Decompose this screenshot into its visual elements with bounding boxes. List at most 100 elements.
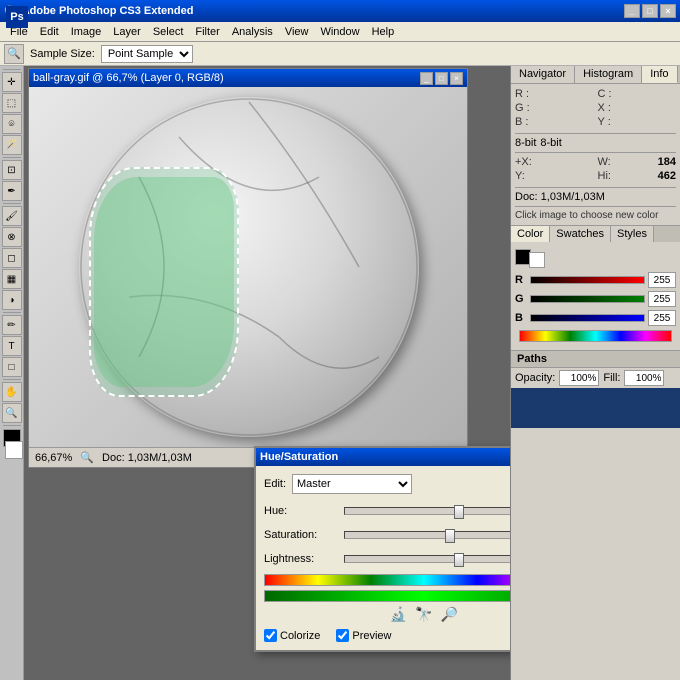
- magic-wand-tool[interactable]: 🪄: [2, 135, 22, 155]
- gradient-tool[interactable]: ▦: [2, 269, 22, 289]
- hue-hue-thumb[interactable]: [454, 505, 464, 519]
- info-h-label: Hi:: [598, 170, 611, 182]
- hue-eyedropper-icon[interactable]: 🔬: [390, 606, 407, 623]
- menu-filter[interactable]: Filter: [189, 24, 225, 40]
- hue-preview-item: Preview: [336, 629, 391, 642]
- paths-content-area[interactable]: [511, 388, 680, 428]
- stamp-tool[interactable]: ⊗: [2, 227, 22, 247]
- hand-tool[interactable]: ✋: [2, 382, 22, 402]
- canvas-background: [29, 87, 467, 447]
- hue-saturation-label: Saturation:: [264, 529, 344, 541]
- hue-saturation-thumb[interactable]: [445, 529, 455, 543]
- eyedropper-tool-icon[interactable]: 🔍: [4, 44, 24, 64]
- menu-window[interactable]: Window: [314, 24, 365, 40]
- menu-help[interactable]: Help: [366, 24, 401, 40]
- hue-icons-row: 🔬 🔭 🔎: [264, 606, 510, 623]
- doc-close[interactable]: ×: [450, 72, 463, 85]
- eyedropper-tool[interactable]: ✒: [2, 181, 22, 201]
- menu-edit[interactable]: Edit: [34, 24, 65, 40]
- info-divider-1: [515, 133, 676, 134]
- color-background-swatch[interactable]: [529, 252, 545, 268]
- tab-histogram[interactable]: Histogram: [575, 66, 642, 83]
- app-title-bar: 🎨 Adobe Photoshop CS3 Extended _ □ ×: [0, 0, 680, 22]
- text-tool[interactable]: T: [2, 336, 22, 356]
- maximize-button[interactable]: □: [642, 4, 658, 18]
- opacity-label: Opacity:: [515, 372, 555, 384]
- tab-info[interactable]: Info: [642, 66, 677, 83]
- move-tool[interactable]: ✛: [2, 72, 22, 92]
- info-cmyk-right: C : X : Y :: [598, 88, 677, 130]
- hue-preview-checkbox[interactable]: [336, 629, 349, 642]
- canvas-area: ball-gray.gif @ 66,7% (Layer 0, RGB/8) _…: [24, 66, 510, 680]
- hue-saturation-track[interactable]: [344, 531, 510, 539]
- brush-tool[interactable]: 🖌: [2, 206, 22, 226]
- info-wh-right: W: 184 Hi: 462: [598, 156, 677, 184]
- doc-window-controls[interactable]: _ □ ×: [420, 72, 463, 85]
- crop-tool[interactable]: ⊡: [2, 160, 22, 180]
- doc-minimize[interactable]: _: [420, 72, 433, 85]
- info-doc-info: Doc: 1,03M/1,03M: [515, 191, 676, 203]
- hue-lightness-label: Lightness:: [264, 553, 344, 565]
- hue-lightness-slider-area[interactable]: [344, 555, 510, 563]
- lasso-tool[interactable]: ⌾: [2, 114, 22, 134]
- menu-analysis[interactable]: Analysis: [226, 24, 279, 40]
- document-canvas[interactable]: [29, 87, 467, 447]
- hue-eyedropper-plus-icon[interactable]: 🔭: [415, 606, 432, 623]
- pen-tool[interactable]: ✏: [2, 315, 22, 335]
- menu-select[interactable]: Select: [147, 24, 190, 40]
- app-title: Adobe Photoshop CS3 Extended: [22, 5, 194, 17]
- eraser-tool[interactable]: ◻: [2, 248, 22, 268]
- hue-edit-select[interactable]: Master: [292, 474, 412, 494]
- dodge-tool[interactable]: ◑: [2, 290, 22, 310]
- toolbar-separator-3: [3, 203, 21, 204]
- info-rgb-left: R : G : B :: [515, 88, 594, 130]
- menu-layer[interactable]: Layer: [107, 24, 147, 40]
- menu-image[interactable]: Image: [65, 24, 108, 40]
- zoom-tool[interactable]: 🔍: [2, 403, 22, 423]
- info-r-label: R :: [515, 88, 529, 100]
- info-w-value: 184: [658, 156, 676, 168]
- hue-lightness-track[interactable]: [344, 555, 510, 563]
- fill-input[interactable]: [624, 370, 664, 386]
- hue-lightness-thumb[interactable]: [454, 553, 464, 567]
- window-controls[interactable]: _ □ ×: [624, 4, 676, 18]
- color-g-value[interactable]: 255: [648, 291, 676, 307]
- minimize-button[interactable]: _: [624, 4, 640, 18]
- menu-view[interactable]: View: [279, 24, 315, 40]
- opacity-input[interactable]: [559, 370, 599, 386]
- color-b-track[interactable]: [530, 314, 645, 322]
- color-g-track[interactable]: [530, 295, 645, 303]
- tab-navigator[interactable]: Navigator: [511, 66, 575, 83]
- color-g-slider-row: G 255: [515, 291, 676, 307]
- options-bar: 🔍 Sample Size: Point Sample: [0, 42, 680, 66]
- zoom-level: 66,67%: [35, 452, 72, 464]
- color-r-value[interactable]: 255: [648, 272, 676, 288]
- background-color[interactable]: [5, 441, 23, 459]
- hue-hue-row: Hue:: [264, 502, 510, 520]
- toolbar-separator-5: [3, 379, 21, 380]
- hue-hue-track[interactable]: [344, 507, 510, 515]
- hue-hue-slider-area[interactable]: [344, 507, 510, 515]
- info-px-row: +X:: [515, 156, 594, 168]
- document-title-bar: ball-gray.gif @ 66,7% (Layer 0, RGB/8) _…: [29, 69, 467, 87]
- doc-maximize[interactable]: □: [435, 72, 448, 85]
- color-b-slider-row: B 255: [515, 310, 676, 326]
- hue-saturation-dialog: Hue/Saturation × Edit: Master OK Cancel …: [254, 446, 510, 652]
- shape-tool[interactable]: □: [2, 357, 22, 377]
- close-button[interactable]: ×: [660, 4, 676, 18]
- info-rgb-row: R : G : B : C :: [515, 88, 676, 130]
- color-b-value[interactable]: 255: [648, 310, 676, 326]
- tab-styles[interactable]: Styles: [611, 226, 654, 242]
- tab-color[interactable]: Color: [511, 226, 550, 242]
- marquee-tool[interactable]: ⬚: [2, 93, 22, 113]
- info-h-row: Hi: 462: [598, 170, 677, 182]
- info-bitdepth-1: 8-bit: [515, 137, 536, 149]
- hue-saturation-slider-area[interactable]: [344, 531, 510, 539]
- hue-colorize-checkbox[interactable]: [264, 629, 277, 642]
- info-g-label: G :: [515, 102, 530, 114]
- color-spectrum-bar[interactable]: [519, 330, 672, 342]
- tab-swatches[interactable]: Swatches: [550, 226, 611, 242]
- hue-eyedropper-minus-icon[interactable]: 🔎: [441, 606, 458, 623]
- color-r-track[interactable]: [530, 276, 645, 284]
- sample-size-select[interactable]: Point Sample: [101, 45, 193, 63]
